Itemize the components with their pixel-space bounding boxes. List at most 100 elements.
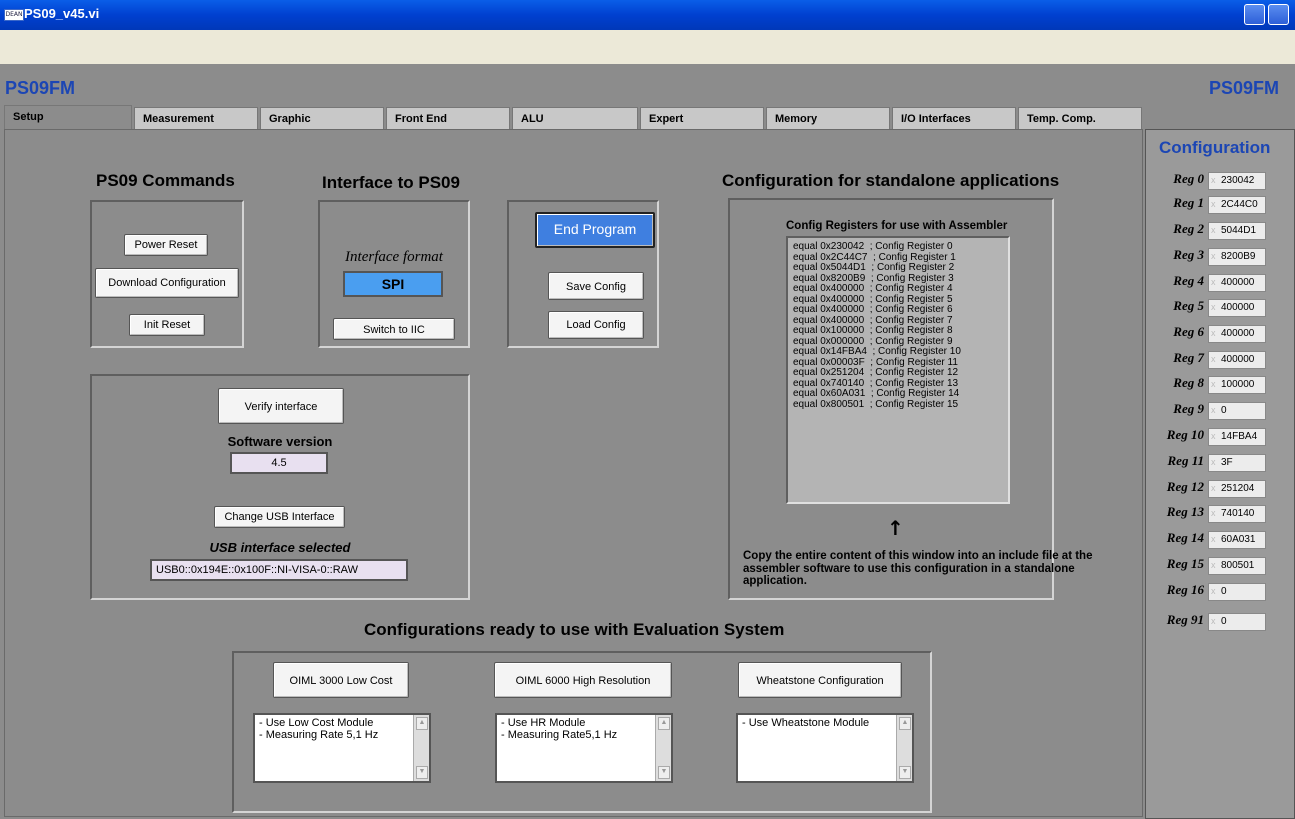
standalone-instructions: Copy the entire content of this window i… [743, 550, 1093, 587]
scroll-up-icon[interactable]: ▲ [899, 717, 911, 730]
tab-memory[interactable]: Memory [766, 107, 890, 129]
description-line: - Use Low Cost Module [259, 717, 374, 729]
assembler-line: equal 0x100000 ; Config Register 8 [793, 325, 953, 336]
tab-alu[interactable]: ALU [512, 107, 638, 129]
change-usb-interface-button[interactable]: Change USB Interface [214, 506, 345, 528]
software-version-value: 4.5 [230, 452, 328, 474]
scroll-down-icon[interactable]: ▼ [899, 766, 911, 779]
assembler-line: equal 0x800501 ; Config Register 15 [793, 398, 959, 410]
scrollbar[interactable]: ▲ ▼ [413, 715, 429, 781]
assembler-registers-textbox[interactable]: equal 0x230042 ; Config Register 0 equal … [786, 236, 1010, 504]
scroll-down-icon[interactable]: ▼ [416, 766, 428, 779]
register-value-field[interactable]: 0 [1208, 613, 1266, 631]
interface-format-label: Interface format [345, 249, 443, 265]
save-config-button[interactable]: Save Config [548, 272, 644, 300]
power-reset-button[interactable]: Power Reset [124, 234, 208, 256]
register-value-field[interactable]: 400000 [1208, 325, 1266, 343]
register-label: Reg 0 [1173, 171, 1204, 186]
switch-to-iic-button[interactable]: Switch to IIC [333, 318, 455, 340]
brand-right: PS09FM [1209, 78, 1280, 98]
init-reset-button[interactable]: Init Reset [129, 314, 205, 336]
interface-heading: Interface to PS09 [322, 173, 460, 192]
register-label: Reg 14 [1166, 530, 1204, 545]
tab-graphic[interactable]: Graphic [260, 107, 384, 129]
configuration-title: Configuration [1159, 138, 1271, 157]
register-value-field[interactable]: 8200B9 [1208, 248, 1266, 266]
preset-oiml-3000-button[interactable]: OIML 3000 Low Cost [273, 662, 409, 698]
description-line: - Use Wheatstone Module [742, 717, 870, 729]
preset-wheatstone-button[interactable]: Wheatstone Configuration [738, 662, 902, 698]
register-label: Reg 10 [1166, 427, 1204, 442]
scrollbar[interactable]: ▲ ▼ [896, 715, 912, 781]
register-value-field[interactable]: 400000 [1208, 351, 1266, 369]
preset-oiml-6000-description[interactable]: - Use HR Module - Measuring Rate5,1 Hz ▲… [495, 713, 673, 783]
register-value-field[interactable]: 14FBA4 [1208, 428, 1266, 446]
tab-front-end[interactable]: Front End [386, 107, 510, 129]
register-value-field[interactable]: 100000 [1208, 376, 1266, 394]
scroll-up-icon[interactable]: ▲ [416, 717, 428, 730]
tab-measurement[interactable]: Measurement [134, 107, 258, 129]
register-label: Reg 7 [1173, 350, 1204, 365]
arrow-up-icon: ↑ [887, 516, 904, 540]
register-label: Reg 16 [1166, 582, 1204, 597]
usb-interface-selected-value[interactable]: USB0::0x194E::0x100F::NI-VISA-0::RAW [150, 559, 408, 581]
register-value-field[interactable]: 800501 [1208, 557, 1266, 575]
scrollbar[interactable]: ▲ ▼ [655, 715, 671, 781]
window-title: PS09_v45.vi [24, 6, 100, 21]
register-label: Reg 6 [1173, 324, 1204, 339]
tab-setup[interactable]: Setup [4, 105, 132, 131]
interface-format-value[interactable]: SPI [343, 271, 443, 297]
register-value-field[interactable]: 400000 [1208, 299, 1266, 317]
tab-temp-comp[interactable]: Temp. Comp. [1018, 107, 1142, 129]
standalone-heading: Configuration for standalone application… [722, 171, 1060, 190]
scroll-down-icon[interactable]: ▼ [658, 766, 670, 779]
register-value-field[interactable]: 740140 [1208, 505, 1266, 523]
register-value-field[interactable]: 5044D1 [1208, 222, 1266, 240]
assembler-line: equal 0x251204 ; Config Register 12 [793, 367, 959, 378]
register-label: Reg 15 [1166, 556, 1204, 571]
register-value-field[interactable]: 2C44C0 [1208, 196, 1266, 214]
register-label: Reg 8 [1173, 375, 1204, 390]
usb-interface-selected-label: USB interface selected [209, 540, 351, 555]
preset-oiml-3000-description[interactable]: - Use Low Cost Module - Measuring Rate 5… [253, 713, 431, 783]
load-config-button[interactable]: Load Config [548, 311, 644, 339]
download-configuration-button[interactable]: Download Configuration [95, 268, 239, 298]
commands-heading: PS09 Commands [96, 171, 235, 190]
assembler-line: equal 0x400000 ; Config Register 6 [793, 304, 953, 315]
register-value-field[interactable]: 230042 [1208, 172, 1266, 190]
description-line: - Measuring Rate5,1 Hz [501, 729, 618, 741]
registers-title: Config Registers for use with Assembler [786, 220, 1008, 232]
preset-wheatstone-description[interactable]: - Use Wheatstone Module ▲ ▼ [736, 713, 914, 783]
register-label: Reg 2 [1173, 221, 1204, 236]
register-label: Reg 9 [1173, 401, 1204, 416]
register-label: Reg 1 [1173, 195, 1204, 210]
software-version-label: Software version [227, 434, 333, 449]
register-value-field[interactable]: 3F [1208, 454, 1266, 472]
register-label: Reg 91 [1166, 612, 1204, 627]
assembler-line: equal 0x400000 ; Config Register 4 [793, 283, 953, 294]
preset-oiml-6000-button[interactable]: OIML 6000 High Resolution [494, 662, 672, 698]
app-icon: DEAN [4, 9, 24, 21]
register-value-field[interactable]: 400000 [1208, 274, 1266, 292]
register-value-field[interactable]: 60A031 [1208, 531, 1266, 549]
brand-left: PS09FM [5, 78, 76, 98]
register-value-field[interactable]: 251204 [1208, 480, 1266, 498]
register-label: Reg 5 [1173, 298, 1204, 313]
tab-io-interfaces[interactable]: I/O Interfaces [892, 107, 1016, 129]
register-label: Reg 12 [1166, 479, 1204, 494]
description-line: - Measuring Rate 5,1 Hz [259, 729, 379, 741]
register-label: Reg 3 [1173, 247, 1204, 262]
register-label: Reg 13 [1166, 504, 1204, 519]
assembler-line: equal 0x60A031 ; Config Register 14 [793, 388, 960, 399]
scroll-up-icon[interactable]: ▲ [658, 717, 670, 730]
end-program-button[interactable]: End Program [535, 212, 655, 248]
register-value-field[interactable]: 0 [1208, 583, 1266, 601]
assembler-line: equal 0x5044D1 ; Config Register 2 [793, 262, 955, 273]
menu-bar [0, 30, 1295, 64]
minimize-icon[interactable] [1244, 4, 1265, 25]
register-value-field[interactable]: 0 [1208, 402, 1266, 420]
ready-configs-heading: Configurations ready to use with Evaluat… [364, 620, 785, 639]
maximize-icon[interactable] [1268, 4, 1289, 25]
tab-expert[interactable]: Expert [640, 107, 764, 129]
verify-interface-button[interactable]: Verify interface [218, 388, 344, 424]
